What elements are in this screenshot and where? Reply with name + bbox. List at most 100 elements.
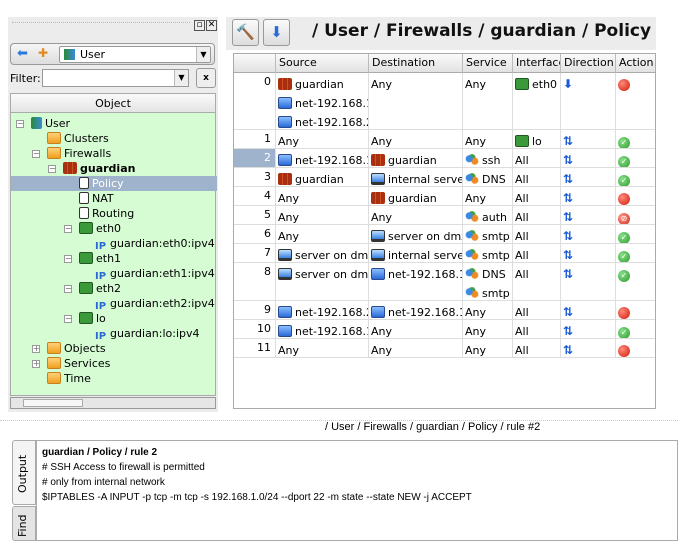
table-row[interactable]: 2 net-192.168.1.0 guardian ssh All ⇅ ✓ <box>234 149 655 168</box>
cell-source: net-192.168.1.0 <box>276 149 369 167</box>
compile-button[interactable]: 🔨 <box>232 19 259 46</box>
table-row[interactable]: 10net-192.168.1.0AnyAnyAll⇅✓ <box>234 320 655 339</box>
tree-item-guardian-lo-ipv4[interactable]: IP guardian:lo:ipv4 <box>95 326 200 342</box>
table-row[interactable]: 9 net-192.168.2.0 net-192.168.1.0Any All ⇅ <box>234 301 655 320</box>
expander-minus-icon[interactable]: − <box>64 225 72 233</box>
tree-item-clusters[interactable]: Clusters <box>47 131 109 146</box>
expander-plus-icon[interactable]: + <box>32 360 40 368</box>
cell-interface: All <box>513 320 561 338</box>
cell-destination: net-192.168.1.0 <box>369 263 463 300</box>
tab-find[interactable]: Find <box>12 506 36 541</box>
new-object-icon[interactable]: ✚ <box>38 46 48 60</box>
cell-item: DNS <box>465 265 510 284</box>
expander-minus-icon[interactable]: − <box>32 150 40 158</box>
table-row[interactable]: 7 server on dmz internal server smtp All ⇅ ✓ <box>234 244 655 263</box>
table-row[interactable]: 6 Any server on dmz smtp All ⇅ ✓ <box>234 225 655 244</box>
expander-minus-icon[interactable]: − <box>64 255 72 263</box>
table-row[interactable]: 0 guardian net-192.168.1.0 net-192.168.2.0 A… <box>234 73 655 130</box>
tree-item-routing[interactable]: Routing <box>79 206 134 221</box>
column-header-destination[interactable]: Destination <box>369 54 463 73</box>
cell-action <box>616 73 655 129</box>
expander-minus-icon[interactable]: − <box>64 285 72 293</box>
cell-item: Any <box>371 322 460 338</box>
table-row[interactable]: 5 Any Any auth All ⇅ ⊘ <box>234 206 655 225</box>
tree-item-guardian-eth0-ipv4[interactable]: IP guardian:eth0:ipv4 <box>95 236 215 252</box>
library-value: User <box>80 48 106 61</box>
host-icon <box>278 249 292 261</box>
cell-item: lo <box>515 132 558 148</box>
chevron-down-icon[interactable]: ▼ <box>174 70 188 86</box>
tree-item-guardian-eth2-ipv4[interactable]: IP guardian:eth2:ipv4 <box>95 296 215 312</box>
tree-item-eth2[interactable]: eth2 <box>79 281 121 296</box>
tree-item-nat[interactable]: NAT <box>79 191 114 206</box>
table-row[interactable]: 11 Any Any Any All ⇅ <box>234 339 655 358</box>
cell-text: Any <box>278 344 300 357</box>
cell-destination: guardian <box>369 187 463 205</box>
firewall-icon <box>371 192 385 204</box>
tree-item-user[interactable]: User <box>31 116 70 131</box>
rule-number: 10 <box>257 322 271 335</box>
back-arrow-icon[interactable]: ⬅ <box>17 46 28 61</box>
tree-item-eth0[interactable]: eth0 <box>79 221 121 236</box>
column-header-interface[interactable]: Interface <box>513 54 561 73</box>
filter-input[interactable]: ▼ <box>42 69 189 87</box>
tree-item-policy[interactable]: Policy <box>11 176 217 191</box>
ip-address-icon: IP <box>95 331 107 342</box>
tab-output[interactable]: Output <box>12 440 36 505</box>
tree-item-guardian-eth1-ipv4[interactable]: IP guardian:eth1:ipv4 <box>95 266 215 282</box>
tree-item-services[interactable]: Services <box>47 356 110 371</box>
column-header-service[interactable]: Service <box>463 54 513 73</box>
cell-action: ⊘ <box>616 206 655 224</box>
cell-direction: ⇅ <box>561 168 616 186</box>
cell-num: 7 <box>234 244 276 262</box>
rule-number: 5 <box>264 208 271 221</box>
column-header-action[interactable]: Action <box>616 54 655 73</box>
expander-plus-icon[interactable]: + <box>32 345 40 353</box>
tree-item-guardian[interactable]: guardian <box>63 161 135 176</box>
tree-item-time[interactable]: Time <box>47 371 91 386</box>
expander-minus-icon[interactable]: − <box>64 315 72 323</box>
chevron-down-icon[interactable]: ▼ <box>196 47 210 62</box>
object-column-header[interactable]: Object <box>10 93 216 113</box>
table-row[interactable]: 8 server on dmz net-192.168.1.0 DNS smtp All ⇅… <box>234 263 655 301</box>
install-button[interactable]: ⬇ <box>263 19 290 46</box>
cell-interface: All <box>513 149 561 167</box>
tree-item-objects[interactable]: Objects <box>47 341 106 356</box>
both-directions-icon: ⇅ <box>563 191 574 205</box>
dock-grip[interactable] <box>12 22 190 34</box>
column-header-direction[interactable]: Direction <box>561 54 616 73</box>
both-directions-icon: ⇅ <box>563 172 574 186</box>
tree-item-lo[interactable]: lo <box>79 311 106 326</box>
cell-service: Any <box>463 320 513 338</box>
expander-minus-icon[interactable]: − <box>16 120 24 128</box>
accept-icon: ✓ <box>618 270 630 282</box>
network-icon <box>278 306 292 318</box>
both-directions-icon: ⇅ <box>563 267 574 281</box>
cell-text: Any <box>465 192 487 205</box>
cell-text: internal server <box>388 173 463 186</box>
cell-interface: All <box>513 244 561 262</box>
clear-filter-button[interactable]: x <box>196 68 216 88</box>
table-row[interactable]: 4 Any guardian Any All ⇅ <box>234 187 655 206</box>
ip-address-icon: IP <box>95 301 107 312</box>
horizontal-scrollbar[interactable] <box>10 397 216 409</box>
cell-item: Any <box>371 132 460 148</box>
table-row[interactable]: 3 guardian internal server DNS All ⇅ ✓ <box>234 168 655 187</box>
tree-item-eth1[interactable]: eth1 <box>79 251 121 266</box>
scrollbar-thumb[interactable] <box>23 399 83 407</box>
deny-icon <box>618 79 630 91</box>
cell-action <box>616 301 655 319</box>
close-panel-button[interactable]: ✕ <box>206 20 217 31</box>
expander-minus-icon[interactable]: − <box>48 165 56 173</box>
service-icon <box>465 230 479 242</box>
cell-text: Any <box>371 135 393 148</box>
tree-item-firewalls[interactable]: Firewalls <box>47 146 111 161</box>
cell-source: guardian net-192.168.1.0 net-192.168.2.0 <box>276 73 369 129</box>
column-header-source[interactable]: Source <box>276 54 369 73</box>
tree-item-label: Policy <box>92 177 124 190</box>
cell-text: Any <box>465 306 487 319</box>
float-panel-button[interactable]: ▫ <box>194 20 205 31</box>
table-row[interactable]: 1 Any Any Any lo ⇅ ✓ <box>234 130 655 149</box>
cell-action: ✓ <box>616 244 655 262</box>
library-select[interactable]: User ▼ <box>59 46 211 63</box>
